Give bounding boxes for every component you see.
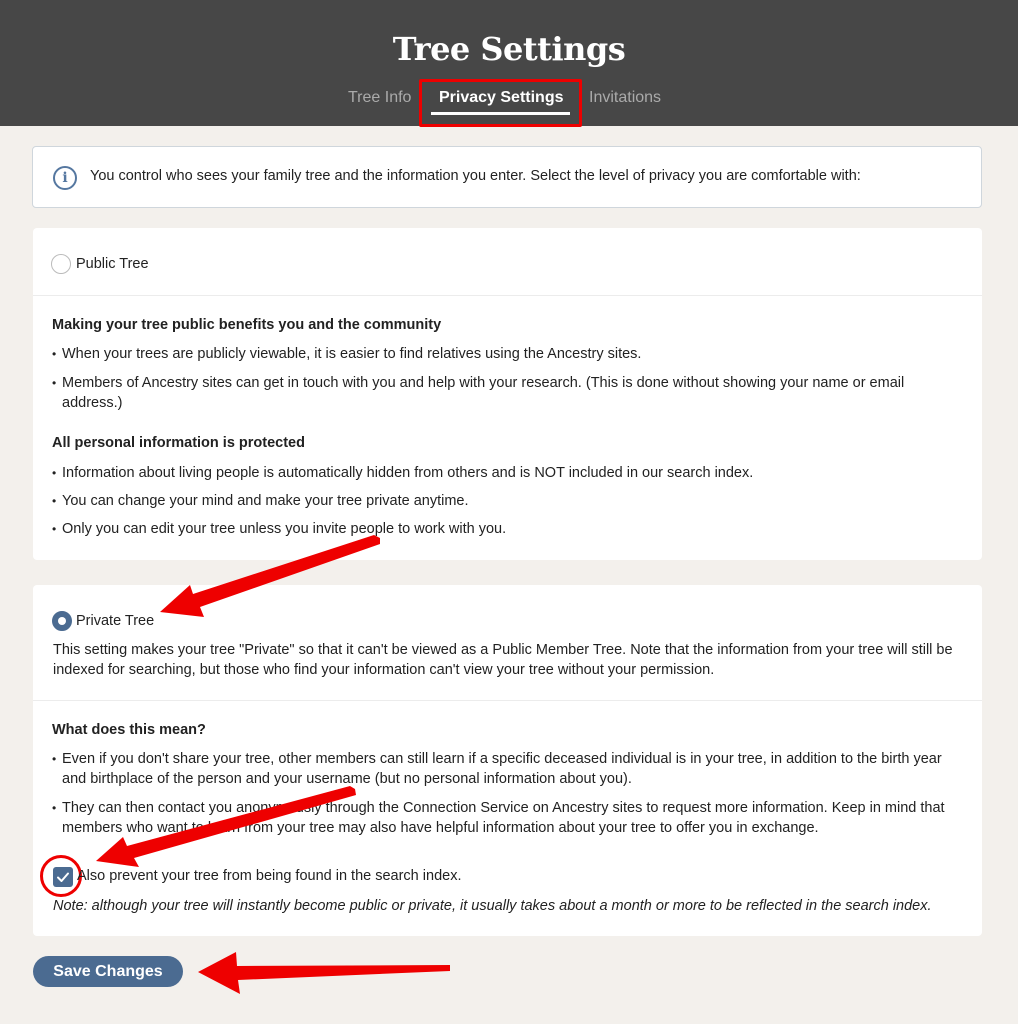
private-tree-card: Private Tree This setting makes your tre…: [33, 585, 982, 936]
divider: [33, 295, 982, 296]
private-description: This setting makes your tree "Private" s…: [53, 642, 953, 678]
public-tree-label[interactable]: Public Tree: [76, 256, 149, 272]
list-item: Even if you don't share your tree, other…: [52, 749, 962, 789]
list-item: You can change your mind and make your t…: [52, 491, 962, 511]
divider: [33, 700, 982, 701]
save-changes-button[interactable]: Save Changes: [33, 956, 183, 987]
public-tree-radio[interactable]: [51, 254, 71, 274]
page-title: Tree Settings: [392, 30, 626, 68]
private-heading-meaning: What does this mean?: [52, 722, 206, 738]
page-header: Tree Settings Tree Info Privacy Settings…: [0, 0, 1018, 127]
tab-tree-info[interactable]: Tree Info: [348, 89, 411, 107]
list-item: Only you can edit your tree unless you i…: [52, 519, 962, 539]
hide-from-search-label[interactable]: Also prevent your tree from being found …: [77, 868, 461, 884]
private-tree-radio[interactable]: [52, 611, 72, 631]
info-icon: i: [53, 166, 77, 190]
info-banner: i You control who sees your family tree …: [32, 146, 982, 208]
public-heading-benefits: Making your tree public benefits you and…: [52, 317, 442, 333]
search-index-note: Note: although your tree will instantly …: [53, 898, 932, 914]
annotation-arrow: [198, 952, 450, 994]
list-item: Members of Ancestry sites can get in tou…: [52, 373, 962, 413]
list-item: They can then contact you anonymously th…: [52, 798, 962, 838]
annotation-highlight-box: [419, 79, 582, 127]
tab-invitations[interactable]: Invitations: [589, 89, 661, 107]
public-heading-protected: All personal information is protected: [52, 435, 305, 451]
list-item: When your trees are publicly viewable, i…: [52, 344, 962, 364]
private-tree-label[interactable]: Private Tree: [76, 613, 154, 629]
info-text: You control who sees your family tree an…: [90, 168, 861, 184]
annotation-highlight-circle: [40, 855, 82, 897]
public-tree-card: Public Tree Making your tree public bene…: [33, 228, 982, 560]
list-item: Information about living people is autom…: [52, 463, 962, 483]
